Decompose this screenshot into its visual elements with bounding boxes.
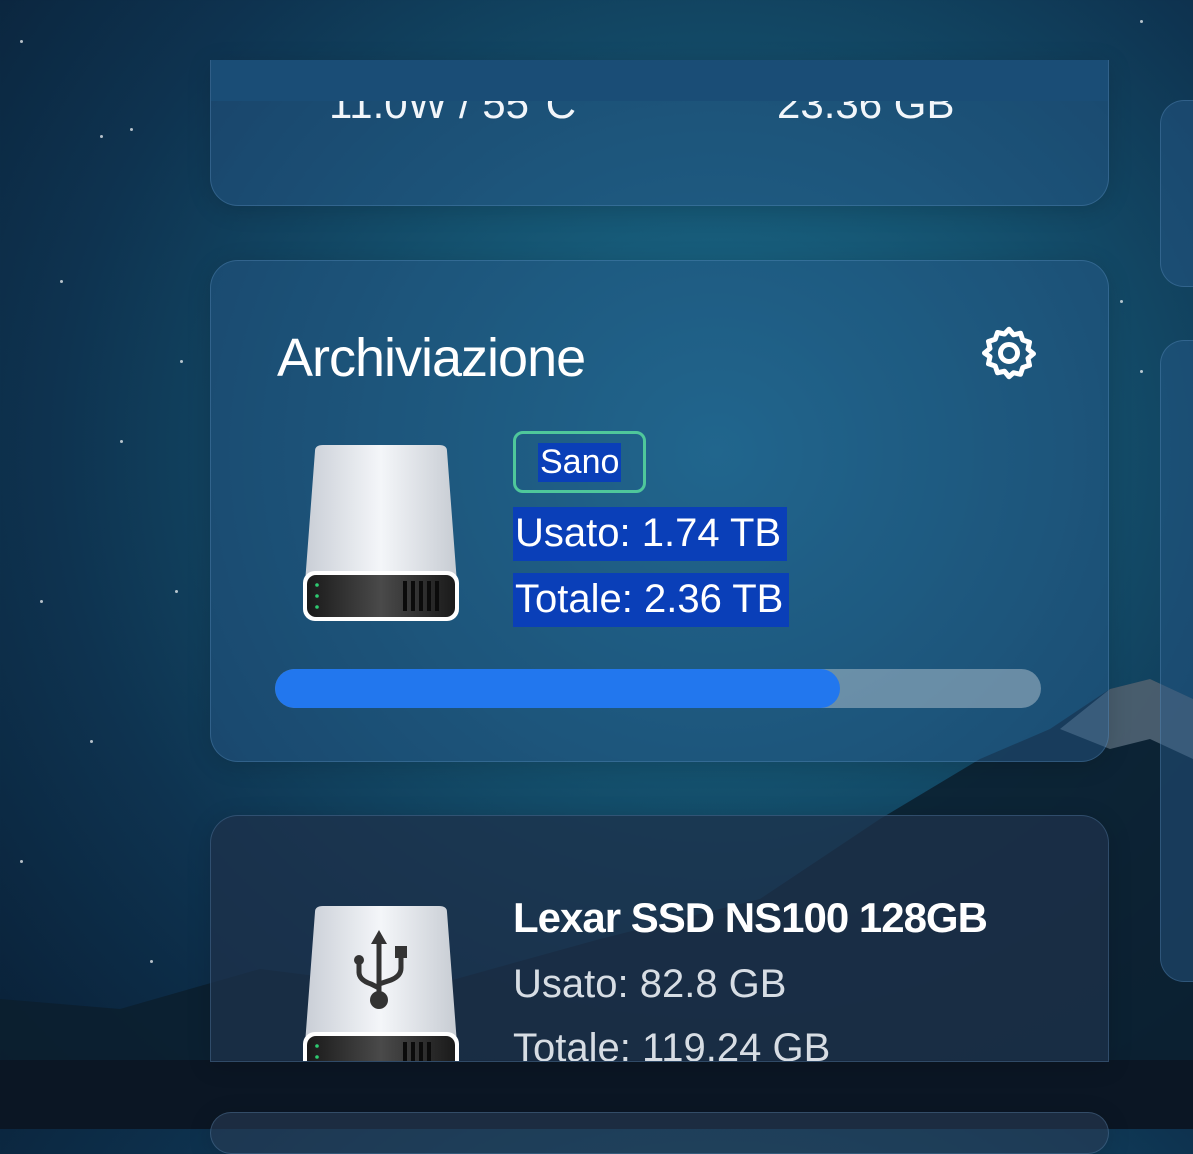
storage-card: Archiviazione Sano Usato: 1.74 TB Totale… bbox=[210, 260, 1109, 762]
usb-total-space: Totale: 119.24 GB bbox=[513, 1026, 831, 1062]
system-summary-card: 11.0W / 55°C 23.36 GB bbox=[210, 60, 1109, 206]
status-badge-label: Sano bbox=[538, 442, 622, 482]
usb-drive-name: Lexar SSD NS100 128GB bbox=[513, 894, 988, 941]
storage-usage-fill bbox=[275, 669, 840, 708]
gear-icon[interactable] bbox=[979, 323, 1039, 383]
used-space-label: Usato: 1.74 TB bbox=[513, 507, 788, 561]
side-card-upper bbox=[1160, 100, 1193, 287]
side-card-lower bbox=[1160, 340, 1193, 982]
usb-drive-icon bbox=[303, 906, 459, 1061]
usb-drive-card: Lexar SSD NS100 128GB Usato: 82.8 GB Tot… bbox=[210, 815, 1109, 1062]
usb-used-space: Usato: 82.8 GB bbox=[513, 962, 787, 1006]
storage-title: Archiviazione bbox=[277, 328, 586, 388]
hard-drive-icon bbox=[303, 445, 459, 621]
total-space-value: Totale: 2.36 TB bbox=[513, 573, 790, 627]
total-space-label: Totale: 2.36 TB bbox=[513, 573, 790, 627]
scroll-clip-edge bbox=[211, 60, 1108, 101]
storage-usage-bar bbox=[275, 669, 1041, 708]
status-badge: Sano bbox=[513, 431, 647, 493]
next-card-edge bbox=[210, 1112, 1109, 1154]
used-space-value: Usato: 1.74 TB bbox=[513, 507, 788, 561]
